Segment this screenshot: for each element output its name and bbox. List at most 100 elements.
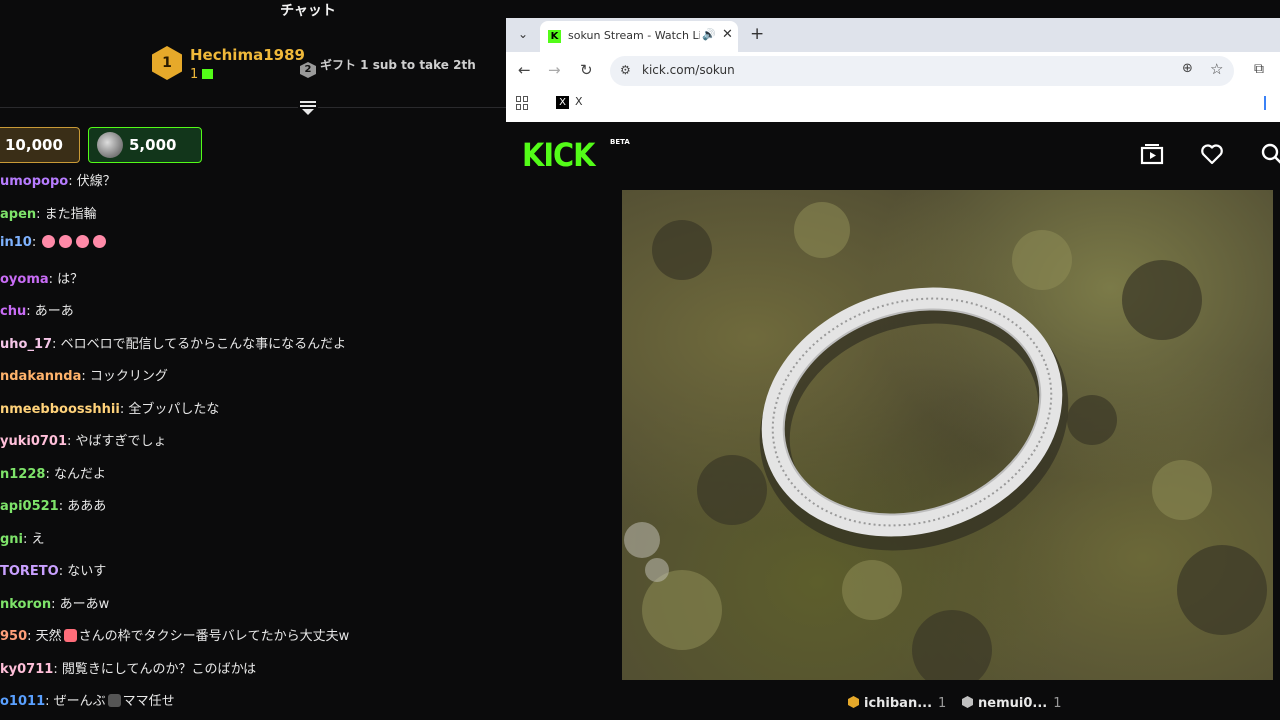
browser-toolbar: ← → ↻ ⚙ kick.com/sokun ⊕ ☆ ⧉ [506,52,1280,90]
tab-strip: ⌄ K sokun Stream - Watch Live on 🔊 ✕ + [506,18,1280,52]
chat-message: 950: 天然 さんの枠でタクシー番号バレてたから大丈夫w [0,625,349,644]
chat-message: nkoron: あーあw [0,593,109,612]
chat-text: ママ任せ [122,694,175,709]
plus-icon[interactable]: + [750,24,764,44]
browser-window: ⌄ K sokun Stream - Watch Live on 🔊 ✕ + ←… [506,18,1280,720]
beta-label: BETA [610,138,630,146]
chat-username[interactable]: oyoma [0,272,49,287]
viewer-bar: ichiban... 1 nemui0... 1 [506,688,1280,720]
silver-badge-icon [962,696,973,708]
emote-icon [42,235,56,248]
emote-icon [76,235,90,248]
bookmark-x-label[interactable]: X [575,95,583,108]
chat-username[interactable]: o1011 [0,694,45,709]
chat-message: TORETO: ないす [0,560,106,579]
chat-text: あーあw [59,596,110,612]
zoom-icon[interactable]: ⊕ [1182,61,1193,76]
chat-panel: チャット 1 Hechima1989 1 2 ギフト 1 sub to take … [0,0,506,720]
chat-text: ぜーんぶ [53,694,106,709]
chat-username[interactable]: ky0711 [0,662,53,677]
chat-message: in10: [0,235,108,250]
chat-text: なんだよ [53,466,106,482]
chat-separator: : [52,336,61,352]
chat-separator: : [81,369,90,384]
gold-badge-icon [848,696,859,708]
kick-favicon-icon: K [548,30,561,43]
chat-message: yuki0701: やばすぎでしょ [0,430,167,449]
viewer-count: 1 [1053,696,1062,711]
star-icon[interactable]: ☆ [1210,60,1223,78]
reload-icon[interactable]: ↻ [580,61,593,79]
chat-username[interactable]: apen [0,207,36,222]
chat-message: o1011: ぜーんぶ ママ任せ [0,690,175,709]
tab-title: sokun Stream - Watch Live on [568,29,700,42]
chat-username[interactable]: gni [0,532,23,547]
chat-separator: : [45,466,54,482]
chat-message: oyoma: は？ [0,268,83,287]
chat-username[interactable]: 950 [0,629,27,644]
heart-icon[interactable] [1200,142,1224,166]
close-icon[interactable]: ✕ [722,27,733,42]
chat-divider [0,107,506,108]
chat-separator: : [31,235,41,250]
collapse-pinned-icon[interactable] [298,99,318,117]
leader-gift-count: 1 [190,67,214,82]
chat-message: gni: え [0,528,45,547]
search-icon[interactable] [1260,142,1280,166]
chat-separator: : [45,694,54,709]
chat-text: 天然 [35,629,62,644]
address-bar[interactable]: ⚙ kick.com/sokun ⊕ ☆ [610,56,1234,86]
site-info-icon[interactable]: ⚙ [620,63,631,77]
pinned-gift-pill[interactable]: 5,000 [88,127,202,163]
browser-tab[interactable]: K sokun Stream - Watch Live on 🔊 ✕ [540,21,738,52]
viewer-item[interactable]: ichiban... 1 [848,696,946,711]
leader-username: Hechima1989 [190,46,305,64]
text-cursor [1264,96,1266,110]
url-text[interactable]: kick.com/sokun [642,63,735,77]
chat-separator: : [58,499,68,514]
rank-two-icon: 2 [300,62,316,78]
chat-username[interactable]: ndakannda [0,369,81,384]
chat-separator: : [23,531,32,547]
speaker-icon[interactable]: 🔊 [702,28,716,41]
chat-message: umopopo: 伏線？ [0,170,116,189]
viewer-count: 1 [938,696,947,711]
chat-separator: : [51,596,60,612]
extensions-icon[interactable]: ⧉ [1254,61,1264,77]
chat-separator: : [27,629,36,644]
kick-logo[interactable]: KICK [522,136,595,174]
chat-username[interactable]: uho_17 [0,337,52,352]
chat-separator: : [68,174,77,189]
chat-username[interactable]: chu [0,304,26,319]
stream-video[interactable] [622,190,1273,680]
viewer-item[interactable]: nemui0... 1 [962,696,1061,711]
chat-text: 伏線？ [76,174,116,189]
chat-username[interactable]: in10 [0,235,32,250]
chat-separator: : [36,206,45,222]
x-logo-icon[interactable]: X [556,96,569,109]
emote-icon [63,629,77,642]
chat-text: やばすぎでしょ [75,434,167,449]
forward-icon[interactable]: → [548,61,561,79]
chat-text: は？ [57,271,84,287]
chat-username[interactable]: nmeebboosshhii [0,402,120,417]
browse-icon[interactable] [1140,142,1164,166]
chat-username[interactable]: api0521 [0,499,59,514]
second-place-text: ギフト 1 sub to take 2th [320,58,476,72]
chat-username[interactable]: yuki0701 [0,434,67,449]
chat-message: ky0711: 閲覧きにしてんのか？このばかは [0,658,256,677]
chevron-down-icon[interactable]: ⌄ [514,24,532,44]
chat-text: ないす [67,564,107,579]
chat-username[interactable]: TORETO [0,564,59,579]
bookmarks-bar: X X [506,90,1280,122]
pinned-gift-pill[interactable]: 10,000 [0,127,80,163]
back-icon[interactable]: ← [518,61,531,79]
chat-text: え [31,531,45,547]
gift-leaderboard-second[interactable]: 2 ギフト 1 sub to take 2th [300,56,476,78]
chat-username[interactable]: nkoron [0,597,51,612]
chat-username[interactable]: umopopo [0,174,68,189]
chat-username[interactable]: n1228 [0,467,45,482]
chat-text: 全ブッパしたな [128,401,220,417]
chat-text: あーあ [34,304,74,319]
apps-icon[interactable] [516,96,530,110]
